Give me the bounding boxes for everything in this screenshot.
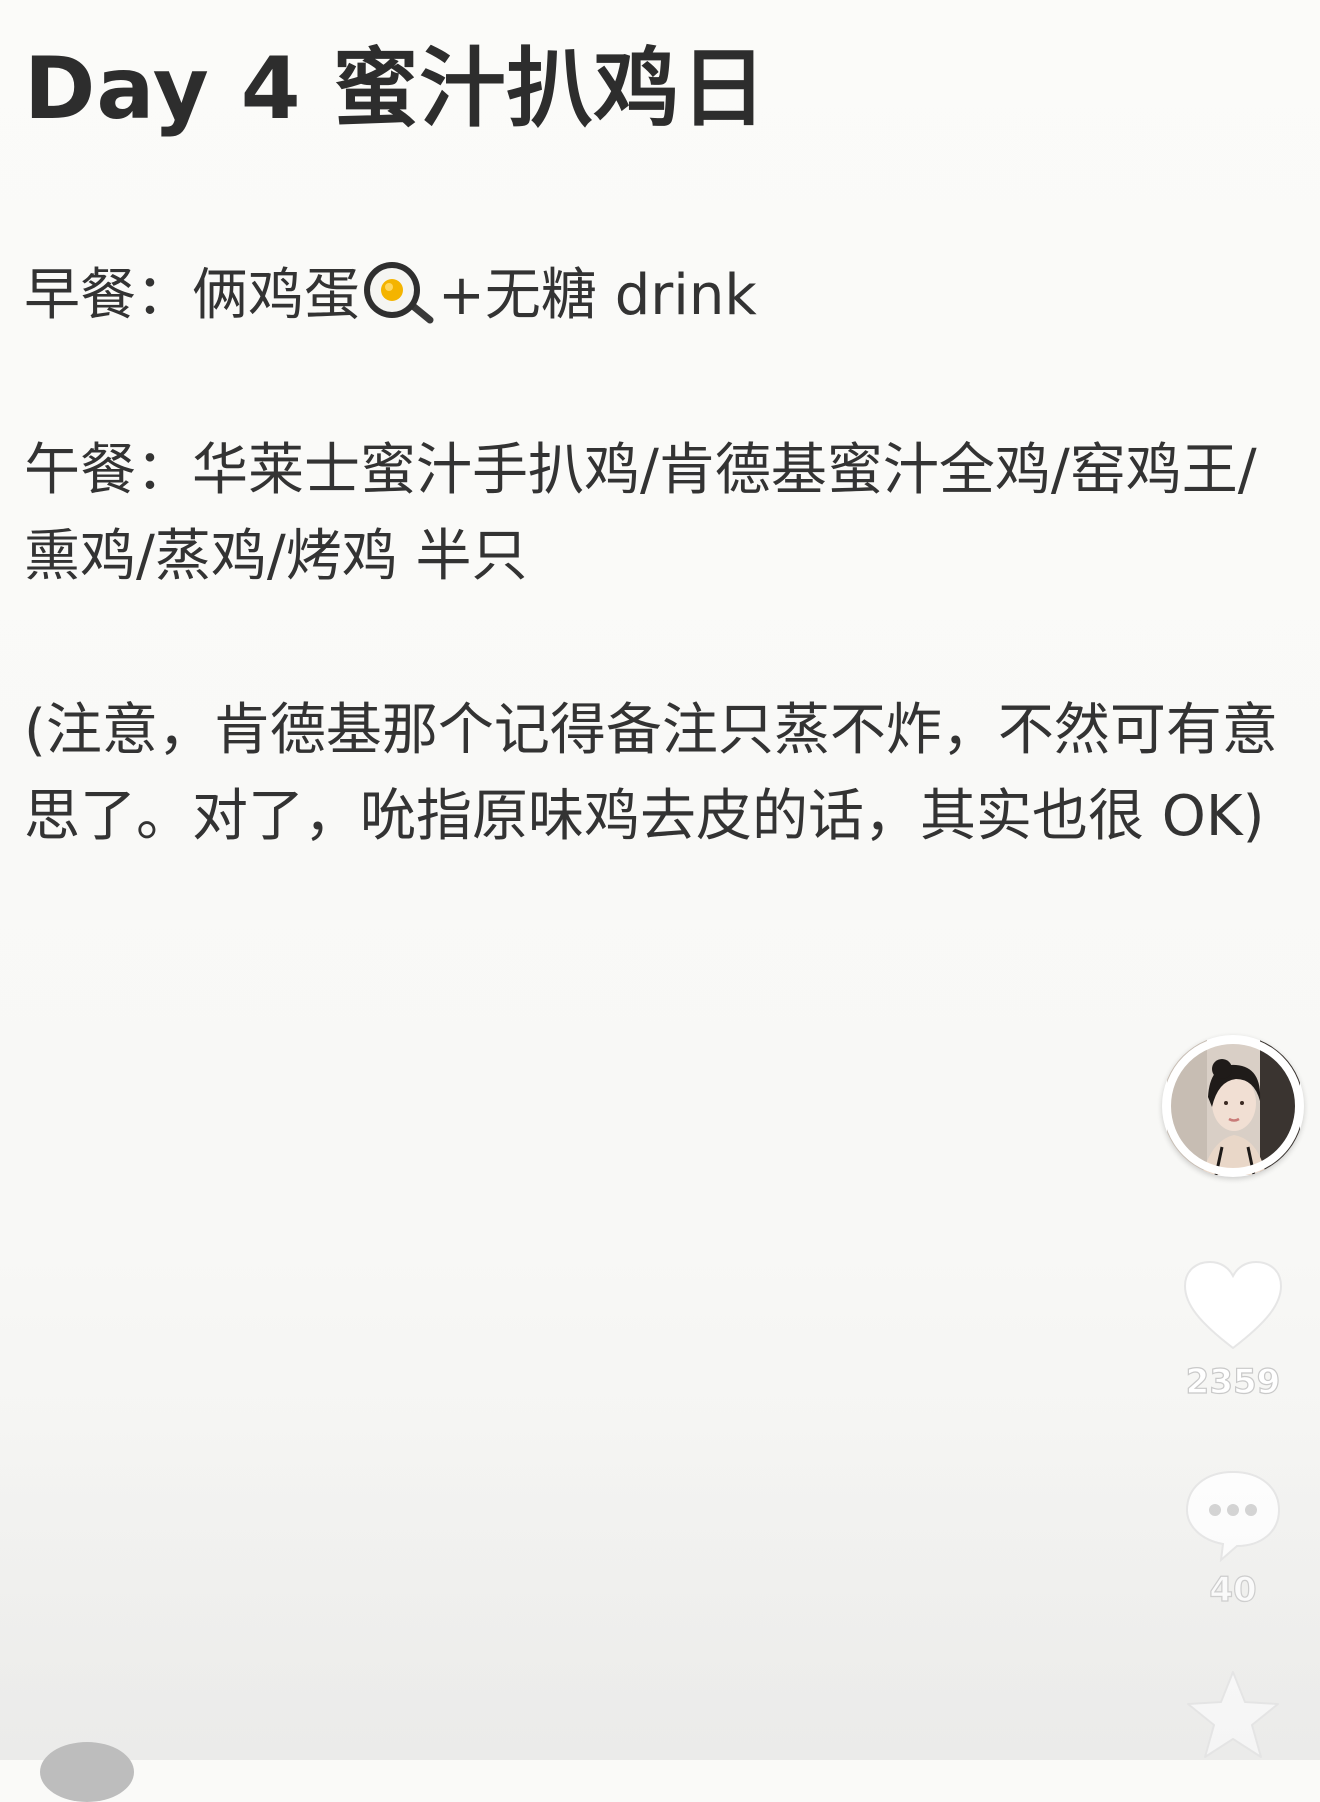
bottom-fade-overlay	[0, 1420, 1320, 1760]
post-title: Day 4 蜜汁扒鸡日	[24, 39, 768, 139]
note-line-2: 思了。对了，吮指原味鸡去皮的话，其实也很 OK)	[24, 784, 1265, 849]
note-paragraph: (注意，肯德基那个记得备注只蒸不炸，不然可有意 思了。对了，吮指原味鸡去皮的话，…	[24, 688, 1294, 860]
comment-button[interactable]: 40	[1178, 1466, 1288, 1611]
lunch-paragraph: 午餐：华莱士蜜汁手扒鸡/肯德基蜜汁全鸡/窑鸡王/ 熏鸡/蒸鸡/烤鸡 半只	[24, 428, 1294, 600]
heart-icon	[1183, 1260, 1283, 1350]
lunch-line-1: 午餐：华莱士蜜汁手扒鸡/肯德基蜜汁全鸡/窑鸡王/	[24, 438, 1257, 503]
star-icon	[1187, 1671, 1279, 1758]
like-button[interactable]: 2359	[1178, 1258, 1288, 1403]
fried-egg-icon	[362, 260, 436, 324]
like-count: 2359	[1185, 1361, 1281, 1402]
post-page: Day 4 蜜汁扒鸡日 早餐：俩鸡蛋 +无糖 drink 午餐：华莱士蜜汁手扒鸡…	[0, 0, 1320, 1802]
avatar[interactable]	[1162, 1035, 1304, 1177]
comment-count: 40	[1209, 1569, 1258, 1610]
breakfast-text: 早餐：俩鸡蛋	[24, 263, 360, 328]
lunch-line-2: 熏鸡/蒸鸡/烤鸡 半只	[24, 524, 528, 589]
breakfast-line: 早餐：俩鸡蛋 +无糖 drink	[24, 253, 1294, 339]
breakfast-drink-text: +无糖 drink	[438, 263, 757, 328]
note-line-1: (注意，肯德基那个记得备注只蒸不炸，不然可有意	[24, 698, 1278, 763]
chat-bubble-icon	[1185, 1470, 1281, 1562]
bottom-left-button[interactable]	[40, 1742, 134, 1802]
favorite-button[interactable]	[1178, 1668, 1288, 1760]
